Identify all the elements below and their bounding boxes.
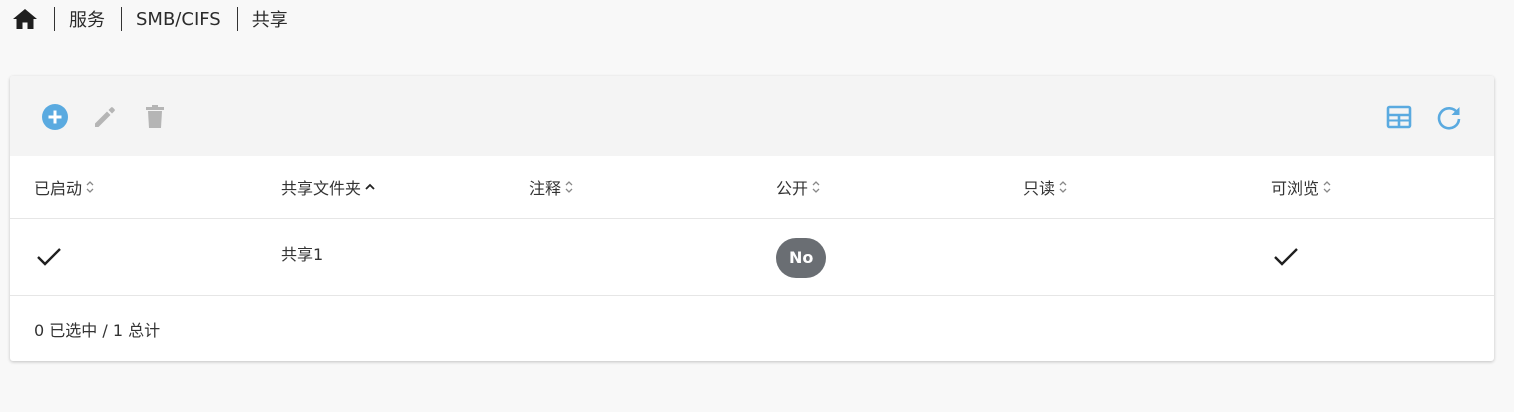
breadcrumb-item-shares: 共享 [251,10,288,31]
sort-icon [565,181,573,193]
selection-summary: 0 已选中 / 1 总计 [34,321,161,340]
column-header-comment[interactable]: 注释 [529,156,574,218]
breadcrumb-separator [236,7,238,31]
add-circle-icon [42,104,68,130]
trash-icon [146,105,164,128]
sort-ascending-icon [365,183,375,190]
table-row[interactable]: 共享1 No [10,219,1494,296]
edit-button[interactable] [90,102,120,132]
shares-table-card: 已启动 共享文件夹 注释 公开 只读 可浏览 共享1 No 0 已选中 / 1 … [10,76,1494,361]
checkmark-icon [37,248,61,266]
breadcrumb-separator [54,7,55,31]
column-header-browseable[interactable]: 可浏览 [1271,156,1332,218]
table-columns-icon [1386,105,1412,129]
toolbar [10,76,1494,156]
status-badge: No [776,237,827,278]
sort-icon [86,181,94,193]
sort-icon [1059,181,1067,193]
column-header-public[interactable]: 公开 [776,156,821,218]
breadcrumb-separator [121,7,122,31]
table-header: 已启动 共享文件夹 注释 公开 只读 可浏览 [10,156,1494,219]
sort-icon [1323,181,1331,193]
column-header-enabled[interactable]: 已启动 [34,156,95,218]
pencil-icon [95,107,115,127]
breadcrumb: 服务 SMB/CIFS 共享 [12,6,288,32]
cell-shared-folder: 共享1 [281,245,324,264]
refresh-icon [1437,107,1461,130]
column-header-readonly[interactable]: 只读 [1023,156,1068,218]
refresh-button[interactable] [1434,102,1464,132]
cell-browseable [1273,219,1299,295]
add-button[interactable] [40,102,70,132]
sort-icon [812,181,820,193]
breadcrumb-item-services[interactable]: 服务 [69,6,105,32]
cell-public: No [776,219,827,295]
delete-button[interactable] [140,102,170,132]
column-header-shared-folder[interactable]: 共享文件夹 [281,156,376,218]
breadcrumb-item-smb[interactable]: SMB/CIFS [136,9,221,30]
cell-enabled [36,219,62,295]
home-icon[interactable] [12,8,38,30]
table-footer: 0 已选中 / 1 总计 [10,296,1494,361]
columns-button[interactable] [1384,102,1414,132]
checkmark-icon [1274,248,1298,266]
